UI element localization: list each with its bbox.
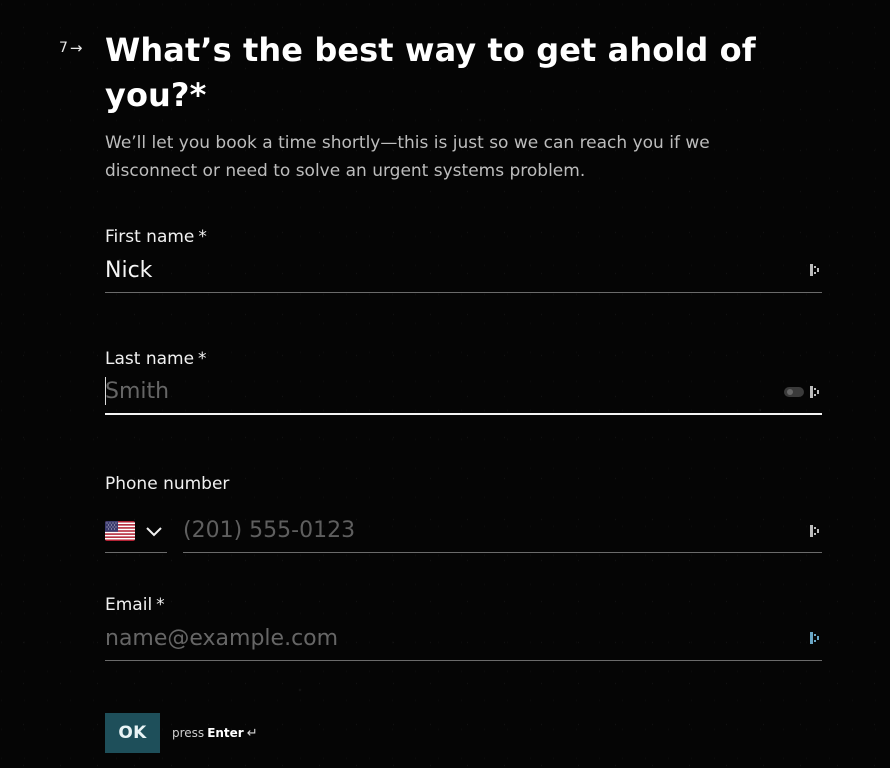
hint-prefix: press — [172, 726, 205, 740]
phone-field: Phone number — [105, 473, 822, 553]
us-flag-svg — [105, 520, 135, 541]
autofill-icon-svg — [810, 385, 819, 398]
first-name-input-row — [105, 248, 822, 293]
question-subtitle: We’ll let you book a time shortly—this i… — [105, 133, 710, 181]
hint-key: Enter — [207, 726, 244, 740]
email-field: Email * — [105, 594, 822, 661]
first-name-label: First name * — [105, 226, 822, 248]
form-step-page: 7 → What’s the best way to get ahold of … — [0, 0, 890, 768]
first-name-input[interactable] — [105, 250, 808, 290]
arrow-right-icon: → — [69, 38, 83, 57]
last-name-field: Last name * — [105, 348, 822, 415]
last-name-label-text: Last name — [105, 349, 195, 369]
question-title: What’s the best way to get ahold of you?… — [105, 31, 756, 114]
enter-hint: press Enter ↵ — [172, 727, 258, 740]
autofill-icon-svg — [810, 524, 819, 537]
us-flag-icon — [105, 520, 135, 541]
question-number: 7 → — [59, 40, 83, 56]
last-name-input-row — [105, 370, 822, 415]
autofill-icon[interactable] — [808, 261, 822, 279]
first-name-field: First name * — [105, 226, 822, 293]
last-name-required-mark: * — [198, 349, 207, 369]
enter-icon: ↵ — [246, 725, 258, 741]
autofill-icon[interactable] — [808, 522, 822, 540]
phone-input[interactable] — [183, 511, 808, 550]
email-required-mark: * — [156, 595, 165, 615]
phone-input-group — [105, 495, 822, 553]
autofill-icon-svg — [810, 264, 819, 276]
email-input[interactable] — [105, 618, 808, 658]
question-number-text: 7 — [59, 40, 68, 56]
first-name-required-mark: * — [198, 227, 207, 247]
phone-input-row — [183, 509, 822, 553]
password-manager-toggle-icon[interactable] — [784, 386, 804, 397]
email-input-row — [105, 616, 822, 661]
first-name-label-text: First name — [105, 227, 195, 247]
phone-label: Phone number — [105, 474, 230, 494]
submit-area: OK press Enter ↵ — [105, 713, 258, 753]
email-label: Email * — [105, 594, 822, 616]
country-select[interactable] — [105, 509, 167, 553]
chevron-down-icon — [146, 526, 162, 536]
autofill-icon-svg — [810, 632, 819, 644]
last-name-input[interactable] — [105, 371, 784, 412]
email-label-text: Email — [105, 595, 153, 615]
text-cursor — [105, 377, 106, 405]
autofill-icon[interactable] — [808, 629, 822, 647]
autofill-icon[interactable] — [808, 383, 822, 401]
last-name-label: Last name * — [105, 348, 822, 370]
ok-button[interactable]: OK — [105, 713, 160, 753]
